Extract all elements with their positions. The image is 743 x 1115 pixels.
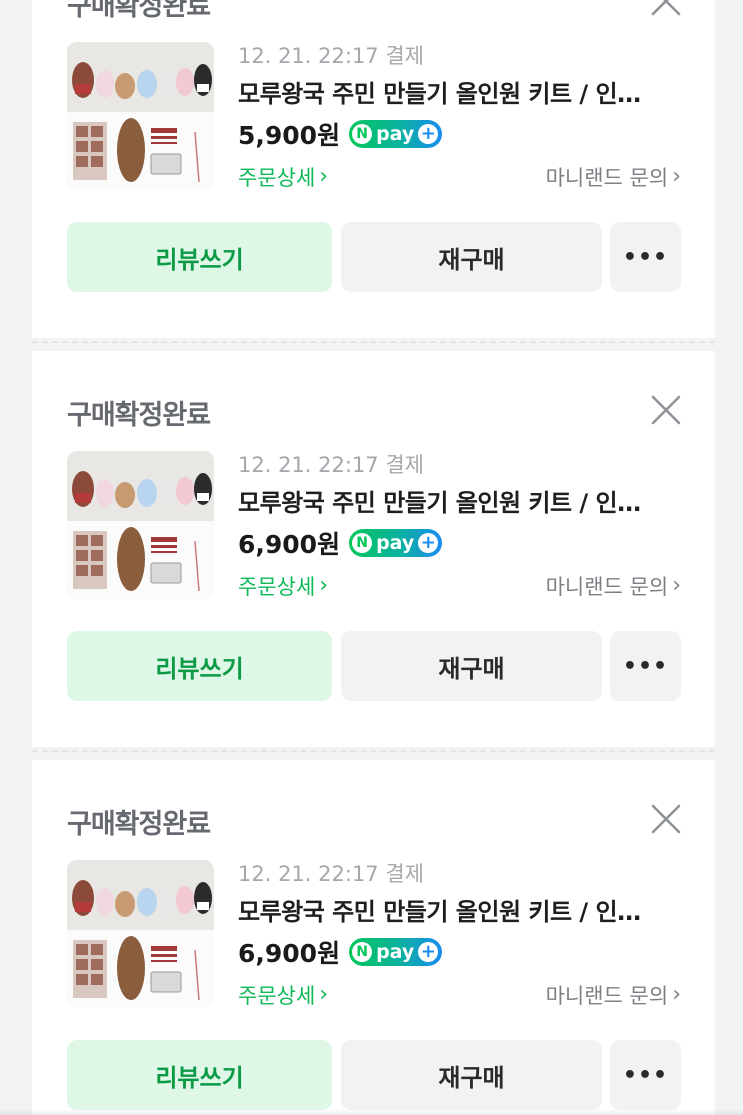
product-title[interactable]: 모루왕국 주민 만들기 올인원 키트 / 인… <box>238 483 670 518</box>
price-row: 5,900원 N pay + <box>238 116 443 152</box>
plus-icon: + <box>418 533 439 553</box>
chevron-right-icon: › <box>672 164 681 189</box>
npay-n-icon: N <box>352 942 373 962</box>
payment-date: 12. 21. 22:17 결제 <box>238 44 424 68</box>
chevron-right-icon: › <box>319 573 329 598</box>
seller-inquiry-label: 마니랜드 문의 <box>545 166 669 190</box>
order-card: 구매확정완료 12. 21. 22:17 결제 모루왕국 주민 만들기 올인원 … <box>32 760 715 1115</box>
more-options-button[interactable]: ••• <box>610 222 681 292</box>
product-image <box>67 860 214 1008</box>
rebuy-button[interactable]: 재구매 <box>341 1040 602 1110</box>
write-review-button[interactable]: 리뷰쓰기 <box>67 222 332 292</box>
npay-label: pay <box>376 941 415 963</box>
product-image <box>67 42 214 190</box>
rebuy-button[interactable]: 재구매 <box>341 222 602 292</box>
chevron-right-icon: › <box>319 164 329 189</box>
npay-label: pay <box>376 123 415 145</box>
order-detail-link[interactable]: 주문상세 › <box>238 162 328 192</box>
order-status: 구매확정완료 <box>67 0 211 22</box>
product-thumbnail[interactable] <box>67 451 214 599</box>
naver-pay-logo: N pay + <box>349 529 443 557</box>
close-icon[interactable] <box>650 0 682 17</box>
payment-date: 12. 21. 22:17 결제 <box>238 862 424 886</box>
order-detail-link[interactable]: 주문상세 › <box>238 980 328 1010</box>
product-title[interactable]: 모루왕국 주민 만들기 올인원 키트 / 인… <box>238 892 670 927</box>
price: 5,900원 <box>238 121 341 150</box>
product-thumbnail[interactable] <box>67 860 214 1008</box>
naver-pay-logo: N pay + <box>349 120 443 148</box>
price: 6,900원 <box>238 939 341 968</box>
price-row: 6,900원 N pay + <box>238 934 443 970</box>
rebuy-button[interactable]: 재구매 <box>341 631 602 701</box>
plus-icon: + <box>418 124 439 144</box>
write-review-button[interactable]: 리뷰쓰기 <box>67 1040 332 1110</box>
price: 6,900원 <box>238 530 341 559</box>
chevron-right-icon: › <box>672 573 681 598</box>
naver-pay-logo: N pay + <box>349 938 443 966</box>
product-thumbnail[interactable] <box>67 42 214 190</box>
bottom-edge-shadow <box>0 1109 743 1115</box>
seller-inquiry-link[interactable]: 마니랜드 문의 › <box>546 980 681 1010</box>
seller-inquiry-label: 마니랜드 문의 <box>545 575 669 599</box>
order-card: 구매확정완료 12. 21. 22:17 결제 모루왕국 주민 만들기 올인원 … <box>32 0 715 338</box>
close-icon[interactable] <box>650 394 682 426</box>
product-image <box>67 451 214 599</box>
order-detail-link[interactable]: 주문상세 › <box>238 571 328 601</box>
order-status: 구매확정완료 <box>67 809 211 840</box>
card-divider <box>32 341 715 343</box>
price-row: 6,900원 N pay + <box>238 525 443 561</box>
npay-n-icon: N <box>352 533 373 553</box>
card-divider <box>32 750 715 752</box>
more-options-button[interactable]: ••• <box>610 631 681 701</box>
order-detail-label: 주문상세 <box>238 575 316 599</box>
more-options-button[interactable]: ••• <box>610 1040 681 1110</box>
order-card: 구매확정완료 12. 21. 22:17 결제 모루왕국 주민 만들기 올인원 … <box>32 351 715 747</box>
plus-icon: + <box>418 942 439 962</box>
order-list: 구매확정완료 12. 21. 22:17 결제 모루왕국 주민 만들기 올인원 … <box>0 0 743 1115</box>
order-status: 구매확정완료 <box>67 400 211 431</box>
npay-label: pay <box>376 532 415 554</box>
product-title[interactable]: 모루왕국 주민 만들기 올인원 키트 / 인… <box>238 74 670 109</box>
chevron-right-icon: › <box>319 982 329 1007</box>
seller-inquiry-link[interactable]: 마니랜드 문의 › <box>546 571 681 601</box>
payment-date: 12. 21. 22:17 결제 <box>238 453 424 477</box>
seller-inquiry-label: 마니랜드 문의 <box>545 984 669 1008</box>
npay-n-icon: N <box>352 124 373 144</box>
seller-inquiry-link[interactable]: 마니랜드 문의 › <box>546 162 681 192</box>
write-review-button[interactable]: 리뷰쓰기 <box>67 631 332 701</box>
order-detail-label: 주문상세 <box>238 984 316 1008</box>
close-icon[interactable] <box>650 803 682 835</box>
order-detail-label: 주문상세 <box>238 166 316 190</box>
chevron-right-icon: › <box>672 982 681 1007</box>
